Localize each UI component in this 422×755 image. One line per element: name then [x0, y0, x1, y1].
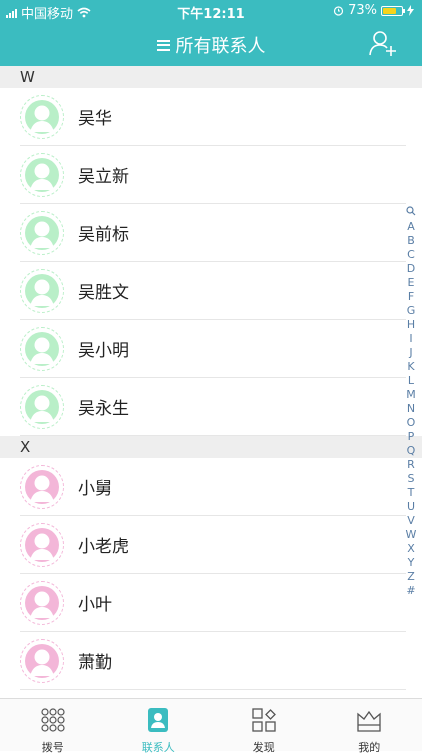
contact-name: 吴永生 — [78, 394, 129, 419]
index-letter[interactable]: J — [403, 346, 419, 360]
index-letter[interactable]: C — [403, 248, 419, 262]
contact-row[interactable]: 小舅 — [0, 458, 422, 516]
avatar-icon — [20, 385, 64, 429]
section-header: W — [0, 66, 422, 88]
contact-row[interactable]: 吴立新 — [0, 146, 422, 204]
tab-label: 联系人 — [106, 739, 212, 755]
divider — [20, 689, 406, 690]
index-letter[interactable]: W — [403, 528, 419, 542]
index-letter[interactable]: K — [403, 360, 419, 374]
tab-contacts[interactable]: 联系人 — [106, 699, 212, 751]
index-letter[interactable]: E — [403, 276, 419, 290]
tab-discover[interactable]: 发现 — [211, 699, 317, 751]
avatar-icon — [20, 523, 64, 567]
tab-dialpad[interactable]: 拨号 — [0, 699, 106, 751]
index-letter[interactable]: V — [403, 514, 419, 528]
profile-icon — [356, 707, 382, 733]
index-letter[interactable]: D — [403, 262, 419, 276]
index-letter[interactable]: T — [403, 486, 419, 500]
contact-row[interactable]: 吴前标 — [0, 204, 422, 262]
avatar-icon — [20, 581, 64, 625]
contact-name: 小舅 — [78, 474, 112, 499]
avatar-icon — [20, 153, 64, 197]
add-contact-button[interactable] — [368, 28, 398, 58]
contact-row[interactable]: 小叶 — [0, 574, 422, 632]
index-letter[interactable]: S — [403, 472, 419, 486]
index-letter[interactable]: F — [403, 290, 419, 304]
contact-name: 吴胜文 — [78, 278, 129, 303]
contact-row[interactable]: 吴小明 — [0, 320, 422, 378]
section-header: X — [0, 436, 422, 458]
index-letter[interactable]: P — [403, 430, 419, 444]
tab-label: 我的 — [317, 739, 422, 755]
contact-row[interactable]: 萧勤 — [0, 632, 422, 690]
contact-name: 吴前标 — [78, 220, 129, 245]
index-letter[interactable]: G — [403, 304, 419, 318]
title-group[interactable]: 所有联系人 — [0, 32, 422, 58]
contact-name: 吴立新 — [78, 162, 129, 187]
index-letter[interactable]: U — [403, 500, 419, 514]
dialpad-icon — [40, 707, 66, 733]
index-search-icon[interactable] — [403, 206, 419, 220]
divider — [20, 435, 406, 436]
index-letter[interactable]: Q — [403, 444, 419, 458]
index-letter[interactable]: O — [403, 416, 419, 430]
index-letter[interactable]: R — [403, 458, 419, 472]
discover-icon — [251, 707, 277, 733]
avatar-icon — [20, 95, 64, 139]
battery-percent: 73% — [348, 3, 377, 18]
index-letter[interactable]: Y — [403, 556, 419, 570]
alarm-icon — [333, 5, 344, 16]
tab-profile[interactable]: 我的 — [317, 699, 422, 751]
charging-icon — [407, 5, 414, 16]
index-letter[interactable]: X — [403, 542, 419, 556]
add-contact-icon — [368, 28, 398, 58]
index-letter[interactable]: I — [403, 332, 419, 346]
contact-name: 吴小明 — [78, 336, 129, 361]
index-letter[interactable]: A — [403, 220, 419, 234]
tab-bar: 拨号 联系人 发现 我的 — [0, 698, 422, 751]
contact-row[interactable]: 小老虎 — [0, 516, 422, 574]
contact-row[interactable]: 吴华 — [0, 88, 422, 146]
contact-name: 小叶 — [78, 590, 112, 615]
contacts-icon — [145, 707, 171, 733]
contact-name: 吴华 — [78, 104, 112, 129]
alphabet-index[interactable]: ABCDEFGHIJKLMNOPQRSTUVWXYZ# — [403, 206, 419, 598]
avatar-icon — [20, 639, 64, 683]
nav-bar: 所有联系人 — [0, 22, 422, 66]
index-letter[interactable]: M — [403, 388, 419, 402]
index-letter[interactable]: H — [403, 318, 419, 332]
index-letter[interactable]: L — [403, 374, 419, 388]
tab-label: 拨号 — [0, 739, 106, 755]
index-letter[interactable]: B — [403, 234, 419, 248]
contact-list[interactable]: W 吴华吴立新吴前标吴胜文吴小明吴永生 X 小舅小老虎小叶萧勤 — [0, 66, 422, 696]
contact-row[interactable]: 吴胜文 — [0, 262, 422, 320]
avatar-icon — [20, 211, 64, 255]
battery-icon — [381, 6, 403, 16]
index-letter[interactable]: Z — [403, 570, 419, 584]
avatar-icon — [20, 465, 64, 509]
page-title: 所有联系人 — [176, 32, 266, 58]
avatar-icon — [20, 269, 64, 313]
avatar-icon — [20, 327, 64, 371]
index-letter[interactable]: N — [403, 402, 419, 416]
contact-name: 萧勤 — [78, 648, 112, 673]
contact-row[interactable]: 吴永生 — [0, 378, 422, 436]
tab-label: 发现 — [211, 739, 317, 755]
contact-name: 小老虎 — [78, 532, 129, 557]
menu-icon[interactable] — [157, 40, 170, 51]
status-bar: 中国移动 下午12:11 73% — [0, 0, 422, 22]
status-right: 73% — [333, 3, 414, 18]
index-letter[interactable]: # — [403, 584, 419, 598]
